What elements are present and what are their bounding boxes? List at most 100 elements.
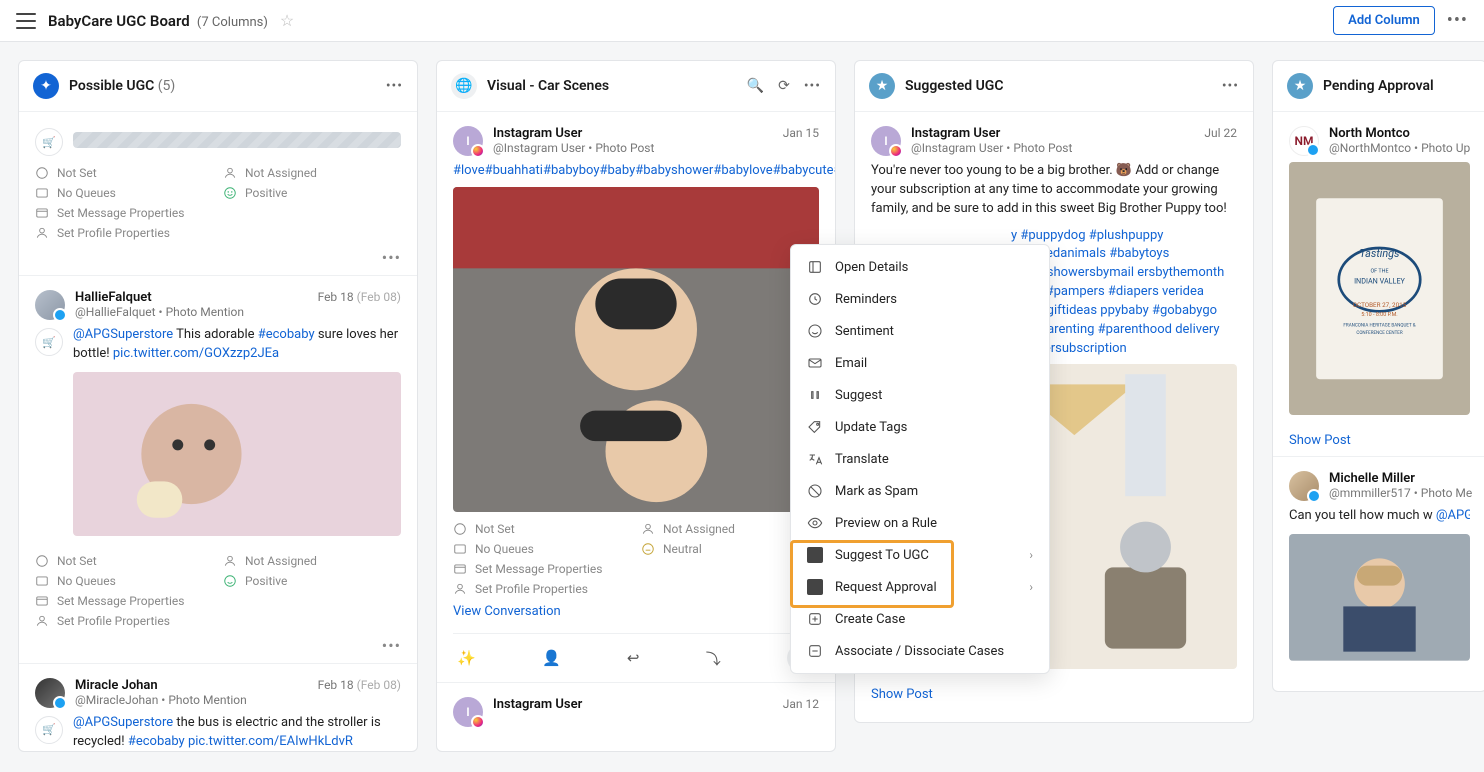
assignee-not-assigned[interactable]: Not Assigned — [223, 166, 401, 180]
twitter-badge-icon — [1306, 143, 1320, 157]
mention-link[interactable]: @APGSuperstore — [73, 715, 173, 730]
card-more-icon[interactable]: ••• — [35, 246, 401, 267]
avatar[interactable]: I — [453, 697, 483, 727]
ctx-preview-rule[interactable]: Preview on a Rule — [791, 507, 1049, 539]
queues-none[interactable]: No Queues — [35, 574, 213, 588]
ctx-update-tags[interactable]: Update Tags — [791, 411, 1049, 443]
assign-icon[interactable]: 👤 — [542, 649, 561, 667]
ctx-reminders[interactable]: Reminders — [791, 283, 1049, 315]
board-more-icon[interactable]: ••• — [1447, 10, 1468, 31]
ctx-email[interactable]: Email — [791, 347, 1049, 379]
avatar[interactable]: I — [871, 126, 901, 156]
card-stub: 🛒 Not Set Not Assigned No Queues Positiv… — [19, 112, 417, 276]
mention-link[interactable]: @APGSuperstore — [1436, 508, 1470, 523]
ctx-open-details[interactable]: Open Details — [791, 251, 1049, 283]
user-name[interactable]: Instagram User — [911, 126, 1194, 141]
chevron-right-icon: › — [1029, 548, 1033, 562]
user-name[interactable]: Miracle Johan — [75, 678, 308, 693]
photo-thumbnail[interactable] — [1289, 534, 1470, 661]
archive-icon[interactable]: ⤵︎ — [706, 648, 721, 669]
column-icon: 🌐 — [451, 73, 477, 99]
photo-thumbnail[interactable] — [453, 187, 819, 512]
ctx-request-approval[interactable]: Request Approval› — [791, 571, 1049, 603]
status-not-set[interactable]: Not Set — [35, 554, 213, 568]
hashtag-block[interactable]: #love#buahhati#babyboy#baby#babyshower#b… — [453, 162, 819, 181]
user-meta: @MiracleJohan • Photo Mention — [75, 693, 308, 707]
column-more-icon[interactable]: ••• — [1222, 78, 1239, 94]
user-name[interactable]: North Montco — [1329, 126, 1470, 141]
ctx-suggest-to-ugc[interactable]: Suggest To UGC› — [791, 539, 1049, 571]
set-profile-properties[interactable]: Set Profile Properties — [453, 582, 819, 596]
photo-thumbnail[interactable] — [73, 372, 401, 536]
status-not-set[interactable]: Not Set — [453, 522, 631, 536]
chevron-right-icon: › — [1029, 580, 1033, 594]
card-action-bar: ✨ 👤 ↩︎ ⤵︎ ••• — [453, 633, 819, 674]
queues-none[interactable]: No Queues — [453, 542, 631, 556]
set-profile-properties[interactable]: Set Profile Properties — [35, 614, 401, 628]
twitter-badge-icon — [1307, 489, 1321, 503]
sentiment-positive[interactable]: Positive — [223, 186, 401, 200]
card-north-montco: NM North Montco @NorthMontco • Photo Up … — [1273, 112, 1484, 457]
user-name[interactable]: Instagram User — [493, 126, 773, 141]
media-link[interactable]: pic.twitter.com/GOXzzp2JEa — [113, 346, 279, 361]
ctx-translate[interactable]: Translate — [791, 443, 1049, 475]
assignee-not-assigned[interactable]: Not Assigned — [223, 554, 401, 568]
column-possible-ugc: ✦ Possible UGC (5) ••• 🛒 Not Set Not Ass… — [18, 60, 418, 752]
hashtag-link[interactable]: #ecobaby — [128, 734, 185, 749]
hashtag-link[interactable]: #ecobaby — [258, 327, 315, 342]
avatar[interactable]: I — [453, 126, 483, 156]
svg-text:OCTOBER 27, 2015: OCTOBER 27, 2015 — [1353, 301, 1407, 309]
avatar[interactable]: NM — [1289, 126, 1319, 156]
brand-avatar: 🛒 — [35, 128, 63, 156]
card-more-icon[interactable]: ••• — [35, 634, 401, 655]
user-meta: @Instagram User • Photo Post — [493, 141, 773, 155]
status-not-set[interactable]: Not Set — [35, 166, 213, 180]
ctx-mark-spam[interactable]: Mark as Spam — [791, 475, 1049, 507]
post-date: Feb 18 (Feb 08) — [318, 678, 401, 692]
column-visual-car-scenes: 🌐 Visual - Car Scenes 🔍 ⟳ ••• I Instagra… — [436, 60, 836, 752]
post-text: Can you tell how much w @APGSuperstore s… — [1289, 507, 1470, 526]
instagram-badge-icon — [471, 715, 485, 729]
user-name[interactable]: Michelle Miller — [1329, 471, 1472, 486]
post-text: You're never too young to be a big broth… — [871, 162, 1237, 219]
post-text: @APGSuperstore the bus is electric and t… — [73, 714, 401, 751]
user-name[interactable]: Instagram User — [493, 697, 773, 712]
star-icon[interactable]: ☆ — [280, 11, 294, 30]
refresh-icon[interactable]: ⟳ — [778, 78, 790, 94]
mention-link[interactable]: @APGSuperstore — [73, 327, 173, 342]
ctx-associate-cases[interactable]: Associate / Dissociate Cases — [791, 635, 1049, 667]
svg-text:OF THE: OF THE — [1370, 268, 1388, 274]
magic-icon[interactable]: ✨ — [457, 649, 476, 667]
reply-icon[interactable]: ↩︎ — [627, 649, 640, 667]
media-link[interactable]: pic.twitter.com/EAIwHkLdvR — [188, 734, 353, 749]
menu-icon[interactable] — [16, 13, 36, 29]
ctx-sentiment[interactable]: Sentiment — [791, 315, 1049, 347]
photo-thumbnail[interactable]: Tastings OF THE INDIAN VALLEY OCTOBER 27… — [1289, 162, 1470, 415]
board-columns: ✦ Possible UGC (5) ••• 🛒 Not Set Not Ass… — [0, 42, 1484, 752]
sentiment-positive[interactable]: Positive — [223, 574, 401, 588]
avatar[interactable] — [35, 290, 65, 320]
show-post-link[interactable]: Show Post — [1289, 433, 1351, 448]
user-meta: @mmmiller517 • Photo Me — [1329, 486, 1472, 500]
set-message-properties[interactable]: Set Message Properties — [453, 562, 819, 576]
ctx-suggest[interactable]: Suggest — [791, 379, 1049, 411]
add-column-button[interactable]: Add Column — [1333, 6, 1435, 35]
avatar[interactable] — [1289, 471, 1319, 501]
photo-thumbnail — [73, 132, 401, 148]
show-post-link[interactable]: Show Post — [871, 687, 933, 702]
queues-none[interactable]: No Queues — [35, 186, 213, 200]
search-icon[interactable]: 🔍 — [747, 78, 764, 94]
column-more-icon[interactable]: ••• — [386, 78, 403, 94]
user-name[interactable]: HallieFalquet — [75, 290, 308, 305]
post-date: Jul 22 — [1204, 126, 1237, 140]
view-conversation-link[interactable]: View Conversation — [453, 602, 561, 625]
card-instagram-2: I Instagram User Jan 12 — [437, 683, 835, 741]
top-bar: BabyCare UGC Board (7 Columns) ☆ Add Col… — [0, 0, 1484, 42]
ctx-create-case[interactable]: Create Case — [791, 603, 1049, 635]
column-more-icon[interactable]: ••• — [804, 78, 821, 94]
set-message-properties[interactable]: Set Message Properties — [35, 206, 401, 220]
avatar[interactable] — [35, 678, 65, 708]
set-profile-properties[interactable]: Set Profile Properties — [35, 226, 401, 240]
set-message-properties[interactable]: Set Message Properties — [35, 594, 401, 608]
post-date: Jan 15 — [783, 126, 819, 140]
